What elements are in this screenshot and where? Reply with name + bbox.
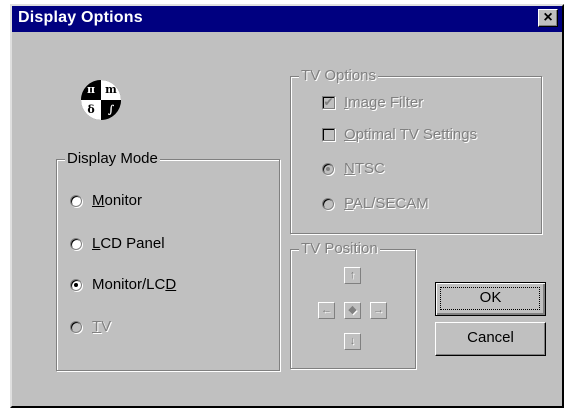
radio-button[interactable]	[322, 197, 334, 210]
logo-m: m	[101, 80, 121, 100]
arrow-left-icon[interactable]: ←	[318, 302, 335, 319]
radio-selected-dot	[74, 282, 78, 287]
logo-integral: ∫	[101, 100, 121, 120]
logo-delta: δ	[81, 100, 101, 120]
radio-button[interactable]	[322, 162, 334, 175]
title-bar: Display Options ×	[12, 6, 562, 32]
cancel-label: Cancel	[467, 329, 514, 346]
ok-label: OK	[479, 289, 502, 306]
optimal-tv-label: Optimal TV Settings	[344, 126, 478, 143]
dialog-title: Display Options	[18, 9, 143, 26]
radio-selected-dot	[326, 166, 330, 171]
display-mode-legend: Display Mode	[65, 150, 160, 167]
arrow-right-icon[interactable]: →	[370, 302, 387, 319]
cancel-button[interactable]: Cancel	[435, 322, 546, 356]
image-filter-label: Image Filter	[344, 94, 424, 111]
close-button[interactable]: ×	[538, 9, 558, 27]
ok-button[interactable]: OK	[435, 282, 546, 316]
arrow-up-icon[interactable]: ↑	[344, 267, 361, 284]
checkbox-optimal-tv[interactable]: Optimal TV Settings	[322, 126, 477, 143]
checkbox-image-filter[interactable]: ✔ Image Filter	[322, 94, 423, 111]
radio-lcd-panel[interactable]: LCD Panel	[70, 235, 165, 252]
display-symbols-icon: π m δ ∫	[81, 80, 121, 120]
radio-tv-label: TV	[92, 318, 112, 335]
radio-monitor[interactable]: Monitor	[70, 192, 142, 209]
display-options-dialog: Display Options × π m δ ∫ Display Mode M…	[10, 4, 564, 408]
close-icon: ×	[543, 9, 553, 26]
radio-tv[interactable]: TV	[70, 318, 111, 335]
radio-button[interactable]	[70, 237, 82, 250]
radio-button[interactable]	[70, 194, 82, 207]
radio-lcd-panel-label: LCD Panel	[92, 235, 165, 252]
radio-button[interactable]	[70, 320, 82, 333]
radio-monitor-label: Monitor	[92, 192, 143, 209]
radio-pal-secam[interactable]: PAL/SECAM	[322, 195, 429, 212]
arrow-down-icon[interactable]: ↓	[344, 333, 361, 350]
radio-ntsc[interactable]: NTSC	[322, 160, 385, 177]
checkbox-checked-icon[interactable]: ✔	[322, 96, 335, 109]
center-icon[interactable]: ◆	[344, 302, 361, 319]
radio-monitor-lcd-label: Monitor/LCD	[92, 276, 177, 293]
display-mode-group: Display Mode	[56, 150, 280, 371]
radio-monitor-lcd[interactable]: Monitor/LCD	[70, 276, 176, 293]
logo-pi: π	[81, 80, 101, 100]
pal-secam-label: PAL/SECAM	[344, 195, 429, 212]
radio-button[interactable]	[70, 278, 82, 291]
ntsc-label: NTSC	[344, 160, 385, 177]
tv-options-legend: TV Options	[299, 67, 379, 84]
checkbox-icon[interactable]	[322, 128, 335, 141]
tv-position-legend: TV Position	[299, 240, 380, 257]
